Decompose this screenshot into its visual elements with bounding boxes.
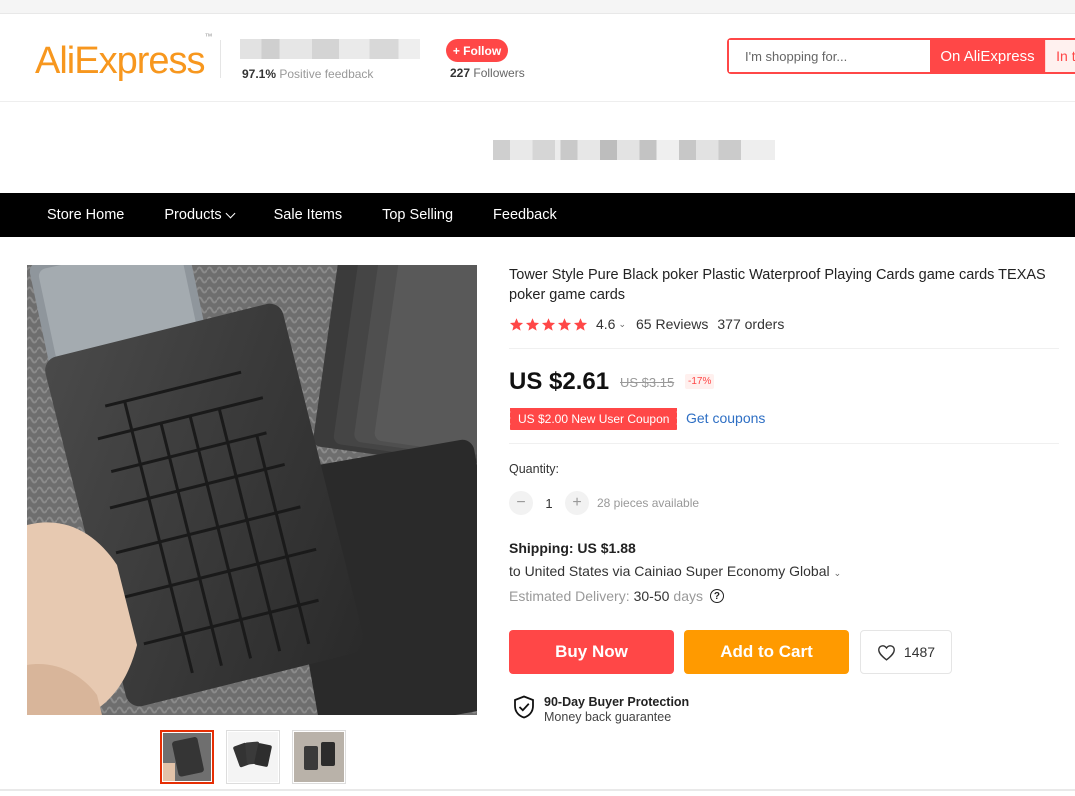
star-icon	[541, 317, 556, 331]
buyer-protection: 90-Day Buyer Protection Money back guara…	[513, 695, 689, 725]
header-divider	[220, 40, 221, 78]
protection-title: 90-Day Buyer Protection	[544, 695, 690, 709]
nav-top-selling[interactable]: Top Selling	[362, 193, 473, 237]
thumbnail-1[interactable]	[160, 730, 214, 784]
nav-feedback[interactable]: Feedback	[473, 193, 577, 237]
divider	[0, 789, 1075, 791]
thumbnail-2[interactable]	[226, 730, 280, 784]
search-input[interactable]	[729, 40, 930, 72]
nav-products-label: Products	[164, 207, 222, 223]
nav-products[interactable]: Products	[144, 193, 253, 237]
quantity-stepper: − 1 + 28 pieces available	[509, 491, 699, 515]
protection-subtitle: Money back guarantee	[544, 710, 672, 724]
product-main-image[interactable]: BLACK JA	[27, 265, 477, 715]
orders-count: 377 orders	[717, 316, 785, 332]
logo-tm: ™	[204, 32, 213, 42]
search-bar: On AliExpress In this store	[727, 38, 1075, 74]
reviews-link[interactable]: 65 Reviews	[636, 316, 708, 332]
thumbnail-image	[163, 733, 211, 781]
thumbnail-image	[228, 732, 278, 782]
divider	[509, 443, 1059, 444]
search-on-aliexpress-button[interactable]: On AliExpress	[929, 40, 1046, 72]
help-icon[interactable]: ?	[709, 589, 724, 603]
shipping-price: Shipping: US $1.88	[509, 540, 636, 556]
aliexpress-logo[interactable]: AliExpress™	[35, 32, 213, 83]
heart-icon	[877, 644, 895, 661]
shipping-route: to United States via Cainiao Super Econo…	[509, 563, 830, 579]
buy-now-button[interactable]: Buy Now	[509, 630, 674, 674]
quantity-increase-button[interactable]: +	[565, 491, 589, 515]
followers-number: 227	[450, 66, 471, 80]
original-price: US $3.15	[620, 375, 675, 390]
followers-count: 227 Followers	[450, 66, 525, 80]
divider	[509, 348, 1059, 349]
new-user-coupon[interactable]: US $2.00 New User Coupon	[507, 408, 678, 430]
rating-score[interactable]: 4.6	[596, 316, 615, 332]
add-to-cart-button[interactable]: Add to Cart	[684, 630, 849, 674]
nav-sale-items[interactable]: Sale Items	[254, 193, 363, 237]
wishlist-button[interactable]: 1487	[860, 630, 952, 674]
logo-text: AliExpress	[35, 40, 205, 82]
estimated-delivery: Estimated Delivery: 30-50 days ?	[509, 588, 724, 604]
discount-badge: -17%	[685, 374, 715, 389]
quantity-input[interactable]: 1	[533, 496, 565, 511]
thumbnail-image	[294, 732, 344, 782]
star-icon	[525, 317, 540, 331]
positive-feedback: 97.1% Positive feedback	[242, 67, 373, 81]
quantity-decrease-button[interactable]: −	[509, 491, 533, 515]
wishlist-count: 1487	[903, 644, 936, 660]
top-utility-bar	[0, 0, 1075, 14]
chevron-down-icon	[225, 208, 236, 219]
shipping-method[interactable]: to United States via Cainiao Super Econo…	[509, 563, 841, 579]
store-banner-redacted	[493, 140, 775, 160]
chevron-down-icon[interactable]: ⌄	[618, 319, 626, 330]
positive-feedback-label: Positive feedback	[279, 67, 374, 81]
star-icon	[557, 317, 572, 331]
thumbnail-3[interactable]	[292, 730, 346, 784]
estimated-delivery-label: Estimated Delivery:	[509, 588, 630, 604]
followers-label: Followers	[473, 66, 525, 80]
rating-row: 4.6 ⌄ 65 Reviews 377 orders	[509, 314, 784, 334]
positive-feedback-pct: 97.1%	[242, 67, 277, 81]
store-nav: Store Home Products Sale Items Top Selli…	[0, 193, 1075, 237]
current-price: US $2.61	[509, 368, 610, 395]
star-icon	[509, 317, 524, 331]
chevron-down-icon: ⌄	[833, 568, 842, 578]
store-header: AliExpress™ 97.1% Positive feedback + Fo…	[0, 14, 1075, 102]
product-title: Tower Style Pure Black poker Plastic Wat…	[509, 267, 1046, 303]
quantity-label: Quantity:	[509, 462, 560, 476]
shield-check-icon	[514, 695, 534, 719]
search-in-store-button[interactable]: In this store	[1045, 40, 1075, 72]
nav-store-home[interactable]: Store Home	[27, 193, 144, 237]
rating-stars[interactable]	[509, 317, 588, 332]
estimated-delivery-value: 30-50	[633, 588, 670, 604]
thumbnail-strip	[160, 730, 346, 784]
get-coupons-link[interactable]: Get coupons	[686, 410, 765, 426]
estimated-delivery-unit: days	[673, 588, 703, 604]
playing-cards-photo: BLACK JA	[27, 265, 477, 715]
follow-button[interactable]: + Follow	[446, 39, 508, 62]
star-icon	[573, 317, 588, 331]
store-name-redacted[interactable]	[240, 39, 420, 59]
pieces-available: 28 pieces available	[597, 496, 700, 510]
